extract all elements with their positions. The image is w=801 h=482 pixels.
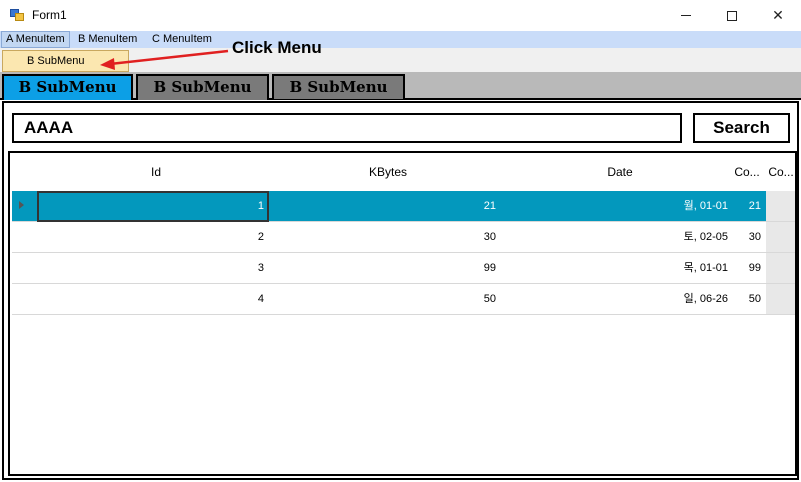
maximize-icon — [727, 10, 737, 21]
menu-item-c[interactable]: C MenuItem — [148, 31, 216, 48]
cell-date[interactable]: 목, 01-01 — [501, 253, 728, 283]
app-window-icon — [10, 9, 24, 21]
cell-co[interactable]: 21 — [733, 191, 761, 221]
close-icon: ✕ — [772, 7, 784, 23]
menu-item-b[interactable]: B MenuItem — [74, 31, 141, 48]
tab-b-submenu-3[interactable]: B SubMenu — [272, 74, 405, 99]
cell-co[interactable]: 99 — [733, 253, 761, 283]
cell-kbytes[interactable]: 50 — [269, 284, 496, 314]
cell-date[interactable]: 토, 02-05 — [501, 222, 728, 252]
cell-empty[interactable] — [766, 253, 795, 283]
dropdown-item-b-submenu[interactable]: B SubMenu — [27, 55, 84, 67]
menu-item-a[interactable]: A MenuItem — [1, 31, 70, 48]
column-header-kbytes[interactable]: KBytes — [272, 153, 504, 191]
grid-header: Id KBytes Date Co... Co... — [10, 153, 795, 191]
table-row[interactable]: 4 50 일, 06-26 50 — [12, 284, 795, 315]
tab-b-submenu-2[interactable]: B SubMenu — [136, 74, 269, 100]
cell-id[interactable]: 3 — [37, 253, 264, 283]
maximize-button[interactable] — [709, 0, 755, 31]
cell-empty[interactable] — [766, 284, 795, 314]
close-button[interactable]: ✕ — [755, 0, 801, 31]
tab-content-panel: AAAA Search Id KBytes Date Co... Co... 1… — [2, 101, 799, 480]
cell-id[interactable]: 2 — [37, 222, 264, 252]
search-button[interactable]: Search — [693, 113, 790, 143]
tab-b-submenu-1[interactable]: B SubMenu — [2, 74, 133, 100]
window-title: Form1 — [32, 8, 67, 22]
cell-co[interactable]: 50 — [733, 284, 761, 314]
cell-date[interactable]: 일, 06-26 — [501, 284, 728, 314]
table-row[interactable]: 1 21 월, 01-01 21 — [12, 191, 795, 222]
minimize-icon — [681, 15, 691, 16]
cell-id[interactable]: 4 — [37, 284, 264, 314]
cell-kbytes[interactable]: 30 — [269, 222, 496, 252]
annotation-text: Click Menu — [232, 38, 322, 57]
cell-id[interactable]: 1 — [37, 191, 264, 221]
column-header-date[interactable]: Date — [504, 153, 736, 191]
table-row[interactable]: 2 30 토, 02-05 30 — [12, 222, 795, 253]
column-header-co-2[interactable]: Co... — [766, 153, 795, 191]
menu-bar: A MenuItem B MenuItem C MenuItem — [0, 31, 801, 48]
column-header-co-1[interactable]: Co... — [732, 153, 762, 191]
cell-co[interactable]: 30 — [733, 222, 761, 252]
minimize-button[interactable] — [663, 0, 709, 31]
cell-kbytes[interactable]: 21 — [269, 191, 496, 221]
cell-empty[interactable] — [766, 191, 795, 221]
table-row[interactable]: 3 99 목, 01-01 99 — [12, 253, 795, 284]
data-grid[interactable]: Id KBytes Date Co... Co... 1 21 월, 01-01… — [8, 151, 797, 476]
menu-dropdown: B SubMenu — [2, 50, 129, 72]
search-input[interactable]: AAAA — [12, 113, 682, 143]
cell-empty[interactable] — [766, 222, 795, 252]
row-indicator-icon — [19, 201, 24, 209]
tab-strip: B SubMenu B SubMenu B SubMenu — [0, 72, 801, 100]
title-bar: Form1 ✕ — [0, 0, 801, 31]
column-header-id[interactable]: Id — [40, 153, 272, 191]
cell-kbytes[interactable]: 99 — [269, 253, 496, 283]
cell-date[interactable]: 월, 01-01 — [501, 191, 728, 221]
